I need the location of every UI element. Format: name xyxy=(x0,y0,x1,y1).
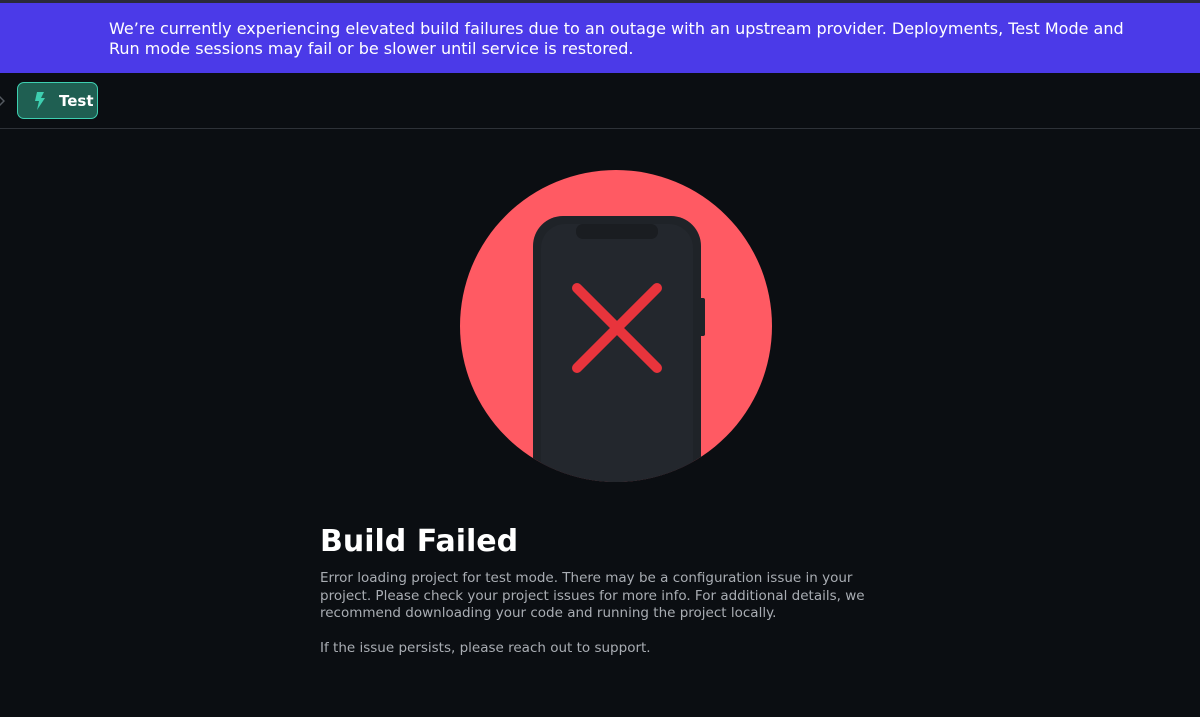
phone-error-icon xyxy=(460,170,772,482)
toolbar: Test xyxy=(0,73,1200,129)
lightning-bolt-icon xyxy=(35,92,45,110)
test-button[interactable]: Test xyxy=(17,82,98,119)
phone-notch xyxy=(576,224,658,239)
page-title: Build Failed xyxy=(320,524,519,559)
chevron-right-icon[interactable] xyxy=(0,94,5,108)
outage-banner: We’re currently experiencing elevated bu… xyxy=(0,3,1200,73)
error-followup: If the issue persists, please reach out … xyxy=(320,640,651,656)
outage-banner-message: We’re currently experiencing elevated bu… xyxy=(109,19,1124,58)
error-description: Error loading project for test mode. The… xyxy=(320,570,865,621)
error-message: Error loading project for test mode. The… xyxy=(320,570,900,658)
phone-screen xyxy=(541,224,693,482)
test-button-label: Test xyxy=(59,92,94,110)
